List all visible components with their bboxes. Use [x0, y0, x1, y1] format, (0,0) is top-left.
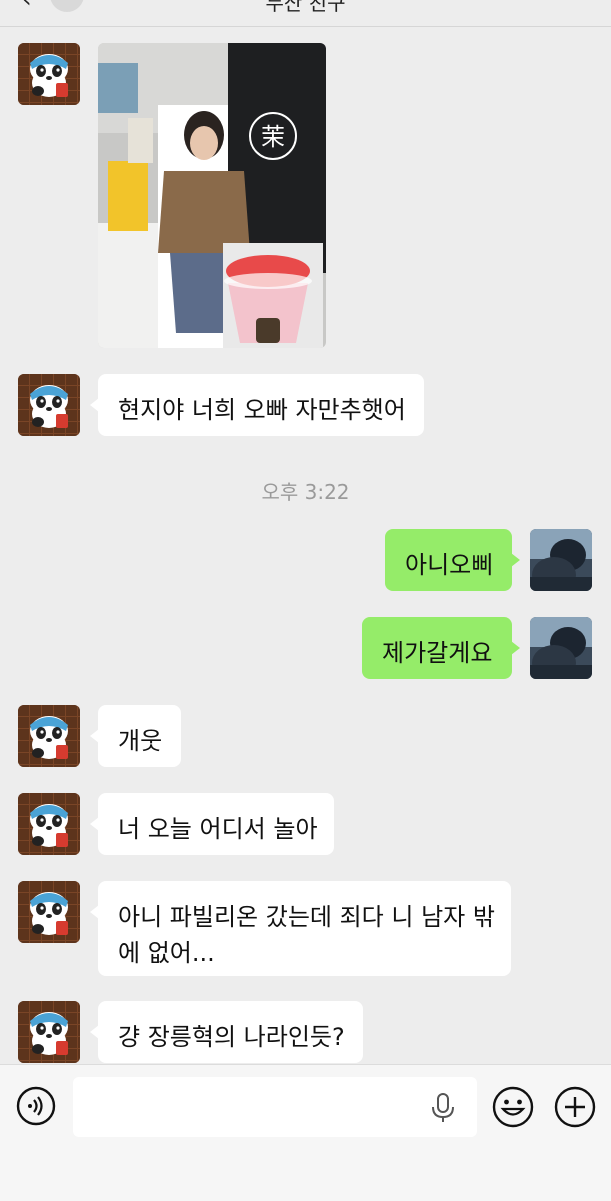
- input-bar: [0, 1064, 611, 1201]
- shared-photo[interactable]: 茉: [98, 43, 326, 348]
- dark-photo-avatar: [530, 617, 592, 679]
- panda-avatar: [18, 43, 80, 105]
- emoji-icon[interactable]: [492, 1086, 534, 1128]
- shop-sign: 茉: [261, 123, 285, 151]
- message-bubble-incoming[interactable]: 너 오늘 어디서 놀아: [90, 793, 334, 855]
- message-bubble-incoming[interactable]: 현지야 너희 오빠 자만추햇어: [90, 374, 424, 436]
- message-input[interactable]: [73, 1077, 477, 1137]
- panda-avatar: [18, 374, 80, 436]
- message-text: 개웃: [118, 727, 163, 755]
- dark-photo-avatar: [530, 529, 592, 591]
- message-bubble-incoming[interactable]: 걍 장릉혁의 나라인듯?: [90, 1001, 363, 1063]
- sender-avatar[interactable]: [18, 881, 80, 943]
- chat-header: ‹ 두산 친구: [0, 0, 611, 27]
- panda-avatar: [18, 705, 80, 767]
- message-bubble-outgoing[interactable]: 아니오삐: [385, 529, 520, 591]
- message-text: 현지야 너희 오빠 자만추햇어: [118, 396, 406, 424]
- message-bubble-outgoing[interactable]: 제가갈게요: [362, 617, 520, 679]
- voice-icon[interactable]: [16, 1086, 56, 1126]
- sender-avatar[interactable]: [18, 374, 80, 436]
- message-text-line: 아니 파빌리온 갔는데 죄다 니 남자 밖: [118, 903, 495, 931]
- panda-avatar: [18, 881, 80, 943]
- photo-image: 茉: [98, 43, 326, 348]
- plus-icon[interactable]: [554, 1086, 596, 1128]
- sender-avatar[interactable]: [18, 1001, 80, 1063]
- my-avatar[interactable]: [530, 529, 592, 591]
- timestamp: 오후 3:22: [261, 480, 350, 504]
- message-text: 너 오늘 어디서 놀아: [118, 815, 318, 843]
- sender-avatar[interactable]: [18, 43, 80, 105]
- sender-avatar[interactable]: [18, 793, 80, 855]
- my-avatar[interactable]: [530, 617, 592, 679]
- message-bubble-incoming[interactable]: 아니 파빌리온 갔는데 죄다 니 남자 밖 에 없어...: [90, 881, 511, 976]
- message-bubble-incoming[interactable]: 개웃: [90, 705, 181, 767]
- microphone-icon[interactable]: [429, 1092, 457, 1124]
- message-text: 제가갈게요: [382, 639, 493, 667]
- chat-title: 두산 친구: [265, 0, 346, 15]
- sender-avatar[interactable]: [18, 705, 80, 767]
- panda-avatar: [18, 793, 80, 855]
- message-text: 아니오삐: [405, 551, 494, 579]
- message-text: 걍 장릉혁의 나라인듯?: [118, 1023, 345, 1051]
- panda-avatar: [18, 1001, 80, 1063]
- message-text-line: 에 없어...: [118, 939, 215, 967]
